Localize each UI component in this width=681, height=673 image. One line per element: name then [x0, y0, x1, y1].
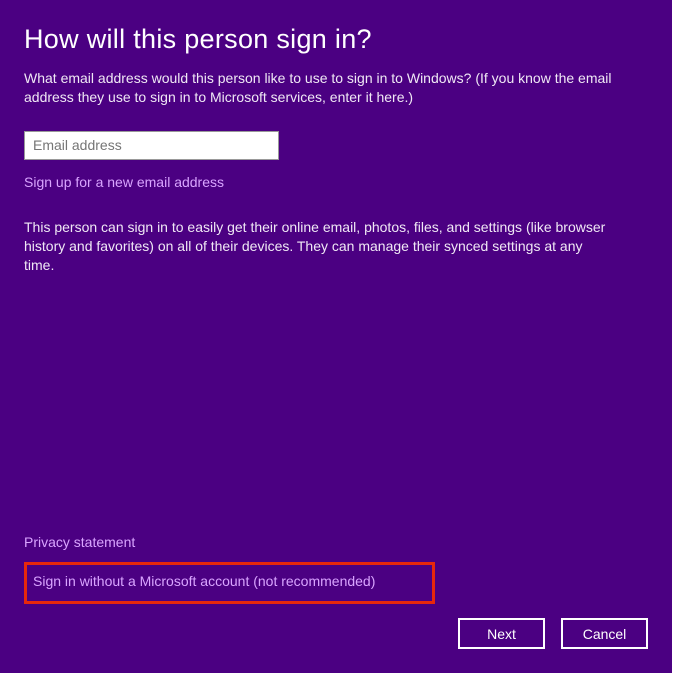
email-field[interactable] — [24, 131, 279, 160]
privacy-statement-link[interactable]: Privacy statement — [24, 534, 135, 550]
signup-new-email-link[interactable]: Sign up for a new email address — [24, 174, 224, 190]
highlight-annotation: Sign in without a Microsoft account (not… — [24, 562, 435, 604]
next-button[interactable]: Next — [458, 618, 545, 649]
sync-description-text: This person can sign in to easily get th… — [24, 218, 614, 275]
dialog-heading: How will this person sign in? — [24, 24, 648, 55]
dialog-button-row: Next Cancel — [24, 618, 648, 649]
signin-dialog: How will this person sign in? What email… — [0, 0, 672, 673]
side-strip — [672, 0, 681, 673]
cancel-button[interactable]: Cancel — [561, 618, 648, 649]
signin-without-ms-account-link[interactable]: Sign in without a Microsoft account (not… — [33, 573, 375, 589]
dialog-intro-text: What email address would this person lik… — [24, 69, 648, 107]
